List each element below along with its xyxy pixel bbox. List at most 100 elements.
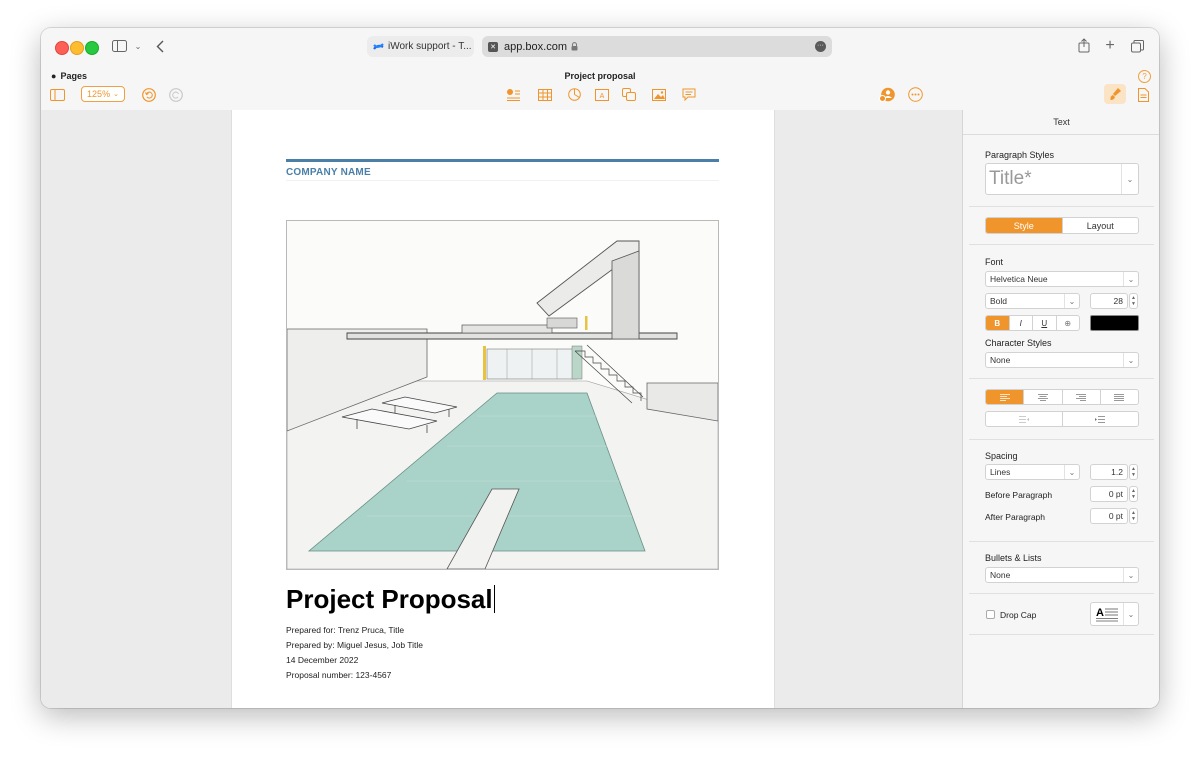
character-style-select[interactable]: None ⌄ <box>985 352 1139 368</box>
text-format-buttons: B I U ⊕ <box>985 315 1080 331</box>
spacing-mode-select[interactable]: Lines ⌄ <box>985 464 1080 480</box>
document-title: Project proposal <box>564 71 636 81</box>
before-paragraph-stepper[interactable]: ▲ ▼ <box>1129 486 1138 502</box>
bullets-select[interactable]: None ⌄ <box>985 567 1139 583</box>
document-title-text[interactable]: Project Proposal <box>286 584 495 615</box>
confluence-icon <box>373 41 384 52</box>
svg-text:A: A <box>600 93 605 100</box>
address-bar[interactable]: ✕ app.box.com ··· <box>482 36 832 57</box>
prepared-by-line[interactable]: Prepared by: Miguel Jesus, Job Title <box>286 640 423 650</box>
decrease-indent-icon[interactable] <box>986 412 1063 426</box>
media-icon[interactable] <box>651 86 667 103</box>
inspector-header: Text <box>963 110 1159 135</box>
paragraph-style-select[interactable]: Title* ⌄ <box>985 163 1139 195</box>
tab-iwork-support[interactable]: iWork support - T... <box>367 36 474 57</box>
tab-style[interactable]: Style <box>986 218 1063 233</box>
paragraph-styles-label: Paragraph Styles <box>985 150 1055 160</box>
company-name[interactable]: COMPANY NAME <box>286 167 371 178</box>
font-size-stepper[interactable]: ▲ ▼ <box>1129 293 1138 309</box>
document-canvas[interactable]: COMPANY NAME Project Proposal Prepared f… <box>41 110 962 708</box>
document-page[interactable]: COMPANY NAME Project Proposal Prepared f… <box>231 110 775 708</box>
shape-icon[interactable] <box>621 86 637 103</box>
header-underline <box>286 180 719 181</box>
font-size-field[interactable]: 28 <box>1090 293 1128 309</box>
spacing-mode-value: Lines <box>990 467 1011 477</box>
sidebar-toggle-icon[interactable] <box>111 39 127 53</box>
collaborate-icon[interactable] <box>878 86 896 103</box>
drop-cap-preview-icon: A <box>1096 606 1118 622</box>
title-text: Project Proposal <box>286 584 493 614</box>
style-layout-tabs[interactable]: Style Layout <box>985 217 1139 234</box>
font-label: Font <box>985 257 1004 267</box>
indent-buttons <box>985 411 1139 427</box>
view-icon[interactable] <box>49 86 65 103</box>
italic-button[interactable]: I <box>1010 316 1033 330</box>
line-spacing-field[interactable]: 1.2 <box>1090 464 1128 480</box>
help-icon[interactable]: ? <box>1138 70 1151 83</box>
divider <box>969 244 1154 245</box>
increase-indent-icon[interactable] <box>1063 412 1139 426</box>
align-center-icon[interactable] <box>1024 390 1063 404</box>
svg-text:A: A <box>1096 607 1104 619</box>
font-weight-select[interactable]: Bold ⌄ <box>985 293 1080 309</box>
divider <box>969 593 1154 594</box>
format-inspector: Text Paragraph Styles Title* ⌄ Style Lay… <box>962 110 1159 708</box>
underline-button[interactable]: U <box>1033 316 1057 330</box>
before-paragraph-label: Before Paragraph <box>985 490 1053 500</box>
text-box-icon[interactable]: A <box>594 86 610 103</box>
insert-icon[interactable] <box>505 86 521 103</box>
font-family-select[interactable]: Helvetica Neue ⌄ <box>985 271 1139 287</box>
proposal-number-line[interactable]: Proposal number: 123-4567 <box>286 670 391 680</box>
bullets-value: None <box>990 570 1011 580</box>
text-cursor <box>493 585 495 613</box>
after-paragraph-label: After Paragraph <box>985 512 1046 522</box>
redo-icon[interactable] <box>168 86 184 103</box>
comment-icon[interactable] <box>681 86 697 103</box>
chart-icon[interactable] <box>566 86 582 103</box>
align-left-icon[interactable] <box>986 390 1025 404</box>
tab-label: iWork support - T... <box>388 41 472 52</box>
drop-cap-style-select[interactable]: A ⌄ <box>1090 602 1139 626</box>
date-line[interactable]: 14 December 2022 <box>286 655 358 665</box>
share-icon[interactable] <box>1077 37 1091 54</box>
chevron-down-icon: ⌄ <box>113 91 119 98</box>
drop-cap-checkbox[interactable] <box>986 610 995 619</box>
divider <box>969 541 1154 542</box>
divider <box>969 206 1154 207</box>
chevron-down-icon[interactable]: ⌄ <box>133 40 143 52</box>
architecture-sketch-image[interactable] <box>286 220 719 570</box>
justify-icon[interactable] <box>1101 390 1138 404</box>
lock-icon <box>571 42 578 51</box>
undo-icon[interactable] <box>141 86 157 103</box>
tab-layout[interactable]: Layout <box>1063 218 1139 233</box>
align-right-icon[interactable] <box>1063 390 1101 404</box>
browser-toolbar: ⌄ iWork support - T... ✕ app.box.com ···… <box>41 28 1159 65</box>
more-text-options-button[interactable]: ⊕ <box>1057 316 1080 330</box>
divider <box>969 439 1154 440</box>
zoom-window-button[interactable] <box>85 41 99 55</box>
back-icon[interactable] <box>154 38 166 54</box>
close-window-button[interactable] <box>55 41 69 55</box>
table-icon[interactable] <box>537 86 553 103</box>
chevron-down-icon: ⌄ <box>1123 568 1138 582</box>
zoom-select[interactable]: 125% ⌄ <box>81 86 125 102</box>
address-text: app.box.com <box>504 40 567 53</box>
page-menu-icon[interactable]: ··· <box>815 41 826 52</box>
minimize-window-button[interactable] <box>70 41 84 55</box>
line-spacing-stepper[interactable]: ▲ ▼ <box>1129 464 1138 480</box>
prepared-for-line[interactable]: Prepared for: Trenz Pruca, Title <box>286 625 404 635</box>
new-tab-icon[interactable]: + <box>1103 37 1117 54</box>
header-rule <box>286 159 719 162</box>
more-options-icon[interactable] <box>907 86 923 103</box>
after-paragraph-field[interactable]: 0 pt <box>1090 508 1128 524</box>
chevron-down-icon: ⌄ <box>1064 294 1079 308</box>
format-inspector-button[interactable] <box>1104 84 1126 104</box>
bold-button[interactable]: B <box>986 316 1010 330</box>
box-favicon-icon: ✕ <box>488 41 498 52</box>
before-paragraph-field[interactable]: 0 pt <box>1090 486 1128 502</box>
after-paragraph-stepper[interactable]: ▲ ▼ <box>1129 508 1138 524</box>
tab-overview-icon[interactable] <box>1129 38 1145 54</box>
text-color-well[interactable] <box>1090 315 1139 331</box>
document-inspector-icon[interactable] <box>1135 86 1151 103</box>
browser-window: ⌄ iWork support - T... ✕ app.box.com ···… <box>41 28 1159 708</box>
